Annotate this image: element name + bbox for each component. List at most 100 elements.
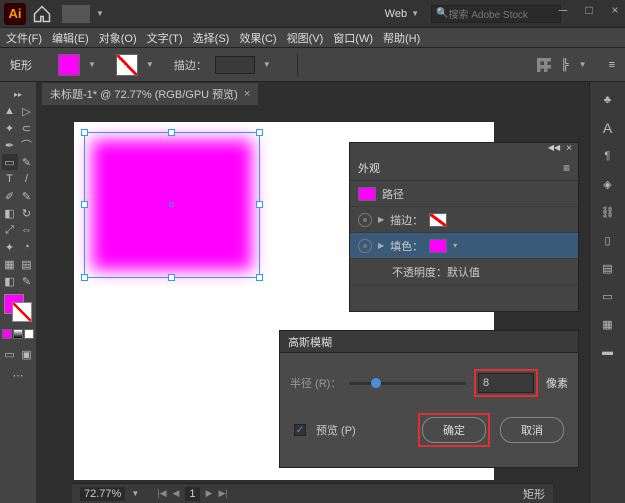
menu-effect[interactable]: 效果(C) (239, 30, 276, 46)
fill-swatch[interactable] (58, 54, 80, 76)
close-tab-icon[interactable]: × (244, 88, 250, 100)
rectangle-tool[interactable]: ▭ (2, 154, 18, 170)
first-artboard-icon[interactable]: |◀ (157, 488, 166, 499)
handle-tl[interactable] (81, 129, 88, 136)
menu-type[interactable]: 文字(T) (147, 30, 183, 46)
swatches-icon[interactable]: ▦ (598, 314, 618, 334)
free-transform-tool[interactable]: ✦ (2, 239, 18, 255)
radius-slider[interactable] (349, 382, 466, 385)
arrange-icon[interactable] (62, 5, 90, 23)
color-mode-none[interactable] (24, 329, 34, 339)
properties-icon[interactable]: ♣ (598, 90, 618, 110)
center-point[interactable] (169, 202, 174, 207)
handle-mr[interactable] (256, 201, 263, 208)
stroke-box[interactable] (12, 302, 32, 322)
perspective-tool[interactable]: ▦ (2, 256, 18, 272)
collapse-icon[interactable]: ◀◀ (548, 143, 560, 155)
mesh-tool[interactable]: ▤ (19, 256, 35, 272)
handle-tr[interactable] (256, 129, 263, 136)
gradient-tool[interactable]: ◧ (2, 273, 18, 289)
character-icon[interactable]: A (598, 118, 618, 138)
links-icon[interactable]: ⛓ (598, 202, 618, 222)
align-icon[interactable]: ╠ (561, 59, 569, 71)
ok-button[interactable]: 确定 (422, 417, 486, 443)
visibility-icon[interactable] (358, 213, 372, 227)
chevron-down-icon[interactable]: ▼ (131, 489, 139, 498)
shape-builder-tool[interactable]: ◔ (19, 239, 35, 255)
stroke-swatch[interactable] (116, 54, 138, 76)
menu-view[interactable]: 视图(V) (287, 30, 324, 46)
visibility-icon[interactable] (358, 239, 372, 253)
document-tab[interactable]: 未标题-1* @ 72.77% (RGB/GPU 预览) × (42, 83, 258, 105)
brush-tool[interactable]: ✎ (19, 154, 35, 170)
libraries-icon[interactable]: ▭ (598, 286, 618, 306)
direct-select-tool[interactable]: ▷ (19, 103, 35, 119)
search-input[interactable]: 🔍 搜索 Adobe Stock (431, 5, 561, 23)
pencil-tool[interactable]: ✎ (19, 188, 35, 204)
menu-help[interactable]: 帮助(H) (383, 30, 420, 46)
chevron-down-icon[interactable]: ▼ (88, 60, 96, 69)
fill-color-swatch[interactable] (429, 239, 447, 253)
stroke-color-swatch[interactable] (429, 213, 447, 227)
curvature-tool[interactable]: ⌒ (19, 137, 35, 153)
menu-edit[interactable]: 编辑(E) (52, 30, 89, 46)
color-mode-solid[interactable] (2, 329, 12, 339)
expand-icon[interactable]: ▶ (378, 241, 384, 250)
workspace-label[interactable]: Web (385, 8, 407, 20)
handle-tm[interactable] (168, 129, 175, 136)
asset-icon[interactable]: ▤ (598, 258, 618, 278)
slider-thumb[interactable] (371, 378, 381, 388)
brushes-icon[interactable]: ▬ (598, 342, 618, 362)
handle-ml[interactable] (81, 201, 88, 208)
maximize-button[interactable]: □ (583, 0, 595, 20)
layers-icon[interactable]: ◈ (598, 174, 618, 194)
selection-tool[interactable]: ▲ (2, 103, 18, 119)
expand-icon[interactable]: ▶ (378, 215, 384, 224)
menu-window[interactable]: 窗口(W) (333, 30, 373, 46)
stroke-weight-input[interactable] (215, 56, 255, 74)
lasso-tool[interactable]: ⊂ (19, 120, 35, 136)
line-tool[interactable]: / (19, 171, 35, 187)
screen-mode-tool[interactable]: ▭ (2, 346, 18, 362)
close-button[interactable]: × (609, 0, 621, 20)
artboards-icon[interactable]: ▯ (598, 230, 618, 250)
handle-bl[interactable] (81, 274, 88, 281)
menu-file[interactable]: 文件(F) (6, 30, 42, 46)
close-panel-icon[interactable]: × (566, 143, 572, 155)
edit-toolbar[interactable]: ⋯ (10, 367, 26, 383)
zoom-level[interactable]: 72.77% (80, 487, 125, 501)
pen-tool[interactable]: ✒ (2, 137, 18, 153)
view-mode-tool[interactable]: ▣ (19, 346, 35, 362)
fill-stroke-control[interactable] (4, 294, 32, 322)
chevron-down-icon[interactable]: ▼ (146, 60, 154, 69)
last-artboard-icon[interactable]: ▶| (218, 488, 227, 499)
paragraph-icon[interactable]: ¶ (598, 146, 618, 166)
cancel-button[interactable]: 取消 (500, 417, 564, 443)
prev-artboard-icon[interactable]: ◀ (173, 488, 180, 499)
panel-menu-icon[interactable]: ≡ (609, 59, 615, 71)
scale-tool[interactable]: ⤢ (2, 222, 18, 238)
paintbrush-tool[interactable]: ✐ (2, 188, 18, 204)
type-tool[interactable]: T (2, 171, 18, 187)
grid-icon[interactable] (537, 58, 551, 72)
width-tool[interactable]: ⇔ (19, 222, 35, 238)
menu-select[interactable]: 选择(S) (193, 30, 230, 46)
handle-bm[interactable] (168, 274, 175, 281)
eyedropper-tool[interactable]: ✎ (19, 273, 35, 289)
handle-br[interactable] (256, 274, 263, 281)
expand-icon[interactable]: ▸▸ (10, 86, 26, 102)
minimize-button[interactable]: ─ (557, 0, 569, 20)
chevron-down-icon[interactable]: ▼ (579, 60, 587, 69)
preview-checkbox[interactable]: ✓ (294, 424, 306, 436)
eraser-tool[interactable]: ◧ (2, 205, 18, 221)
chevron-down-icon[interactable]: ▼ (263, 60, 271, 69)
color-mode-gradient[interactable] (13, 329, 23, 339)
rotate-tool[interactable]: ↻ (19, 205, 35, 221)
radius-input[interactable]: 8 (478, 373, 534, 393)
artboard-nav-input[interactable]: 1 (185, 487, 199, 501)
next-artboard-icon[interactable]: ▶ (206, 488, 213, 499)
menu-object[interactable]: 对象(O) (99, 30, 137, 46)
home-icon[interactable] (32, 4, 52, 24)
chevron-down-icon[interactable]: ▾ (453, 241, 457, 250)
panel-menu-icon[interactable]: ≡ (563, 161, 570, 175)
